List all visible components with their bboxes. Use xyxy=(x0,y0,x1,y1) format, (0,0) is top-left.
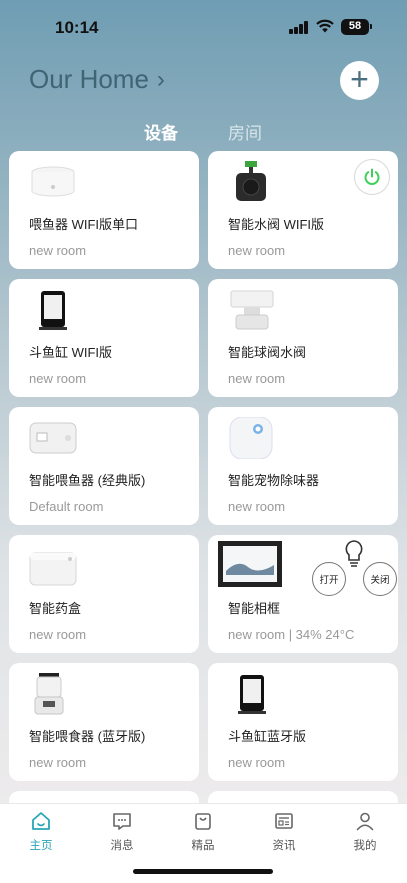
tabbar-label: 我的 xyxy=(353,840,377,852)
status-time: 10:14 xyxy=(55,18,99,37)
tabbar-label: 消息 xyxy=(110,840,134,852)
water-valve-image xyxy=(236,161,266,201)
home-title: Our Home xyxy=(29,64,149,94)
smart-fish-feeder-image xyxy=(29,422,77,454)
shopping-bag-icon xyxy=(195,813,211,830)
device-card[interactable]: 喂鱼器 WIFI版单口 new room xyxy=(9,151,199,269)
power-button[interactable] xyxy=(354,159,390,195)
device-name: 智能球阀水阀 xyxy=(228,345,307,360)
device-card[interactable]: 智能宠物除味器 new room xyxy=(208,407,398,525)
device-room: new room xyxy=(29,627,87,642)
tab-rooms[interactable]: 房间 xyxy=(228,119,262,144)
close-button[interactable]: 关闭 xyxy=(363,562,397,596)
status-bar: 10:14 58 xyxy=(0,0,407,52)
home-indicator xyxy=(133,869,273,874)
tabbar-messages[interactable]: 消息 xyxy=(92,810,152,853)
signal-icon xyxy=(289,21,309,34)
device-card[interactable]: 智能药盒 new room xyxy=(9,535,199,653)
tab-devices[interactable]: 设备 xyxy=(144,119,178,144)
device-name: 智能药盒 xyxy=(29,601,82,616)
tabbar-profile[interactable]: 我的 xyxy=(335,810,395,853)
device-card[interactable]: 智能喂食器 (蓝牙版) new room xyxy=(9,663,199,781)
device-card[interactable]: 斗鱼缸 WIFI版 new room xyxy=(9,279,199,397)
add-device-button[interactable]: + xyxy=(340,61,379,100)
device-name: 智能相框 xyxy=(228,601,281,616)
profile-icon xyxy=(356,812,374,831)
tabbar-label: 资讯 xyxy=(272,840,296,852)
device-name: 智能喂食器 (蓝牙版) xyxy=(29,729,146,744)
home-icon xyxy=(32,812,50,830)
device-room: Default room xyxy=(29,499,104,514)
device-name: 智能水阀 WIFI版 xyxy=(228,217,325,232)
device-name: 智能喂鱼器 (经典版) xyxy=(29,473,146,488)
device-room: new room xyxy=(228,371,286,386)
device-card[interactable]: 斗鱼缸蓝牙版 new room xyxy=(208,663,398,781)
fish-feeder-image xyxy=(31,166,75,197)
light-bulb-icon xyxy=(345,540,363,567)
device-room: new room xyxy=(29,243,87,258)
ball-valve-image xyxy=(230,290,274,330)
device-room: new room xyxy=(29,371,87,386)
tabbar-label: 精品 xyxy=(191,840,215,852)
wifi-icon xyxy=(316,19,334,33)
device-room: new room | 34% 24°C xyxy=(228,627,355,642)
device-name: 喂鱼器 WIFI版单口 xyxy=(29,217,139,232)
device-room: new room xyxy=(228,755,286,770)
home-selector[interactable]: Our Home › xyxy=(29,64,165,95)
plus-icon: + xyxy=(350,61,369,97)
device-card[interactable]: 打开 关闭 智能相框 new room | 34% 24°C xyxy=(208,535,398,653)
device-card[interactable]: 智能水阀 WIFI版 new room xyxy=(208,151,398,269)
message-icon xyxy=(113,813,131,830)
device-room: new room xyxy=(228,499,286,514)
fish-tank-bluetooth-image xyxy=(238,675,266,714)
device-name: 斗鱼缸 WIFI版 xyxy=(29,345,113,360)
pet-feeder-image xyxy=(34,673,64,715)
device-card[interactable]: 智能球阀水阀 new room xyxy=(208,279,398,397)
news-icon xyxy=(275,813,293,829)
chevron-right-icon: › xyxy=(156,65,165,93)
fish-tank-image xyxy=(39,291,67,330)
device-card[interactable]: 智能喂鱼器 (经典版) Default room xyxy=(9,407,199,525)
open-button[interactable]: 打开 xyxy=(312,562,346,596)
device-room: new room xyxy=(228,243,286,258)
tabbar-home[interactable]: 主页 xyxy=(11,810,71,853)
device-name: 斗鱼缸蓝牙版 xyxy=(228,729,307,744)
pet-deodorizer-image xyxy=(229,417,273,459)
device-room: new room xyxy=(29,755,87,770)
tabbar-news[interactable]: 资讯 xyxy=(254,810,314,853)
battery-icon: 58 xyxy=(341,19,372,35)
device-name: 智能宠物除味器 xyxy=(228,473,320,488)
power-icon xyxy=(364,168,380,185)
pill-box-image xyxy=(29,552,77,586)
tab-bar-top: 设备 房间 xyxy=(0,119,407,143)
tabbar-featured[interactable]: 精品 xyxy=(173,810,233,853)
photo-frame-image xyxy=(218,541,282,587)
tabbar-label: 主页 xyxy=(29,840,53,852)
